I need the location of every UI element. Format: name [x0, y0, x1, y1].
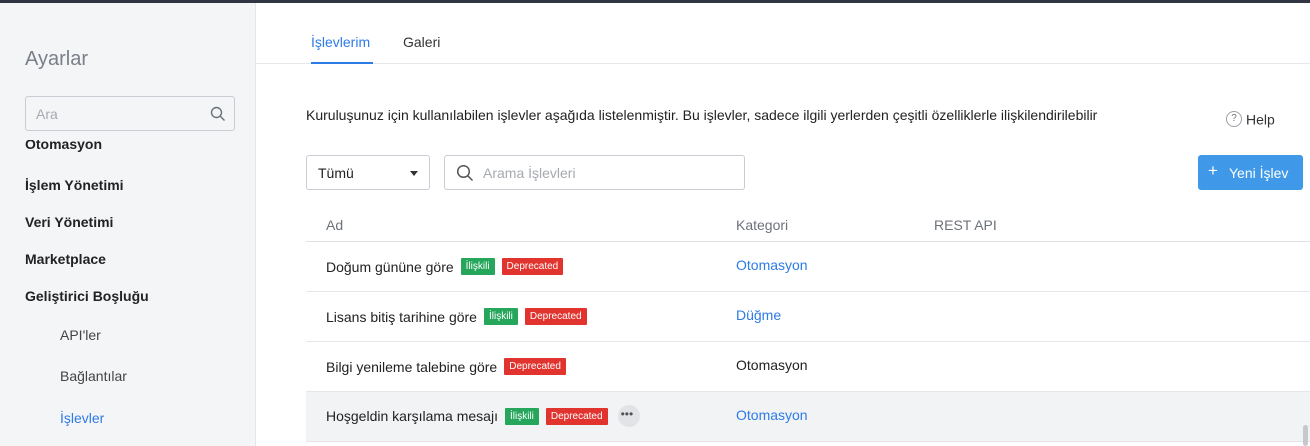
tab-gallery[interactable]: Galeri [403, 34, 440, 50]
tab-my-functions[interactable]: İşlevlerim [311, 34, 370, 50]
filter-selected-value: Tümü [318, 165, 354, 181]
table-row[interactable]: Hoşgeldin karşılama mesajı İlişkili Depr… [306, 392, 1310, 442]
sidebar-subitem-connections[interactable]: Bağlantılar [60, 368, 127, 384]
deprecated-badge: Deprecated [545, 407, 608, 425]
function-search-box[interactable] [444, 155, 745, 190]
function-search-input[interactable] [483, 156, 738, 189]
category-text: Otomasyon [736, 357, 808, 373]
function-name-cell: Hoşgeldin karşılama mesajı İlişkili Depr… [326, 405, 640, 427]
help-link[interactable]: ? Help [1226, 110, 1275, 128]
column-header-name[interactable]: Ad [326, 217, 343, 233]
related-badge: İlişkili [483, 308, 518, 325]
page-description: Kuruluşunuz için kullanılabilen işlevler… [306, 107, 1098, 123]
function-name-cell: Doğum gününe göre İlişkili Deprecated [326, 258, 564, 275]
deprecated-badge: Deprecated [501, 258, 564, 275]
category-link[interactable]: Düğme [736, 307, 781, 323]
category-link[interactable]: Otomasyon [736, 407, 808, 423]
sidebar-item-process-management[interactable]: İşlem Yönetimi [25, 177, 124, 193]
tab-bar: İşlevlerim Galeri [256, 3, 1310, 64]
search-icon [456, 164, 474, 182]
sidebar-subitem-functions[interactable]: İşlevler [60, 410, 104, 426]
new-function-label: Yeni İşlev [1229, 165, 1289, 181]
vertical-scrollbar[interactable] [1303, 425, 1308, 446]
function-name[interactable]: Hoşgeldin karşılama mesajı [326, 408, 498, 424]
new-function-button[interactable]: + Yeni İşlev [1198, 155, 1303, 190]
sidebar-item-data-management[interactable]: Veri Yönetimi [25, 214, 113, 230]
chevron-down-icon [410, 171, 418, 176]
sidebar-item-developer-space[interactable]: Geliştirici Boşluğu [25, 288, 149, 304]
function-name-cell: Bilgi yenileme talebine göre Deprecated [326, 358, 566, 375]
help-label: Help [1246, 111, 1275, 128]
more-icon[interactable] [617, 405, 640, 427]
sidebar-item-marketplace[interactable]: Marketplace [25, 251, 106, 267]
sidebar-search-input[interactable] [26, 97, 206, 130]
deprecated-badge: Deprecated [504, 358, 566, 375]
table-row[interactable]: Lisans bitiş tarihine göre İlişkili Depr… [306, 292, 1310, 342]
settings-sidebar: Ayarlar Otomasyon İşlem Yönetimi Veri Yö… [0, 3, 256, 446]
function-name[interactable]: Lisans bitiş tarihine göre [326, 309, 477, 325]
sidebar-title: Ayarlar [25, 48, 88, 70]
category-link[interactable]: Otomasyon [736, 257, 808, 273]
column-header-category[interactable]: Kategori [736, 217, 788, 233]
related-badge: İlişkili [504, 407, 539, 425]
deprecated-badge: Deprecated [524, 308, 587, 325]
table-row[interactable]: Doğum gününe göre İlişkili Deprecated Ot… [306, 242, 1310, 292]
filter-dropdown[interactable]: Tümü [306, 155, 430, 190]
active-tab-indicator [311, 62, 373, 64]
help-icon: ? [1226, 111, 1242, 128]
related-badge: İlişkili [460, 258, 495, 275]
sidebar-item-automation[interactable]: Otomasyon [25, 140, 102, 154]
table-row[interactable]: Bilgi yenileme talebine göre Deprecated … [306, 342, 1310, 392]
search-icon[interactable] [210, 106, 226, 122]
sidebar-subitem-apis[interactable]: API'ler [60, 327, 101, 343]
function-name[interactable]: Doğum gününe göre [326, 259, 454, 275]
sidebar-search-box[interactable] [25, 96, 235, 131]
column-header-rest-api[interactable]: REST API [934, 217, 997, 233]
plus-icon: + [1208, 161, 1218, 180]
function-name[interactable]: Bilgi yenileme talebine göre [326, 359, 497, 375]
function-name-cell: Lisans bitiş tarihine göre İlişkili Depr… [326, 308, 587, 325]
